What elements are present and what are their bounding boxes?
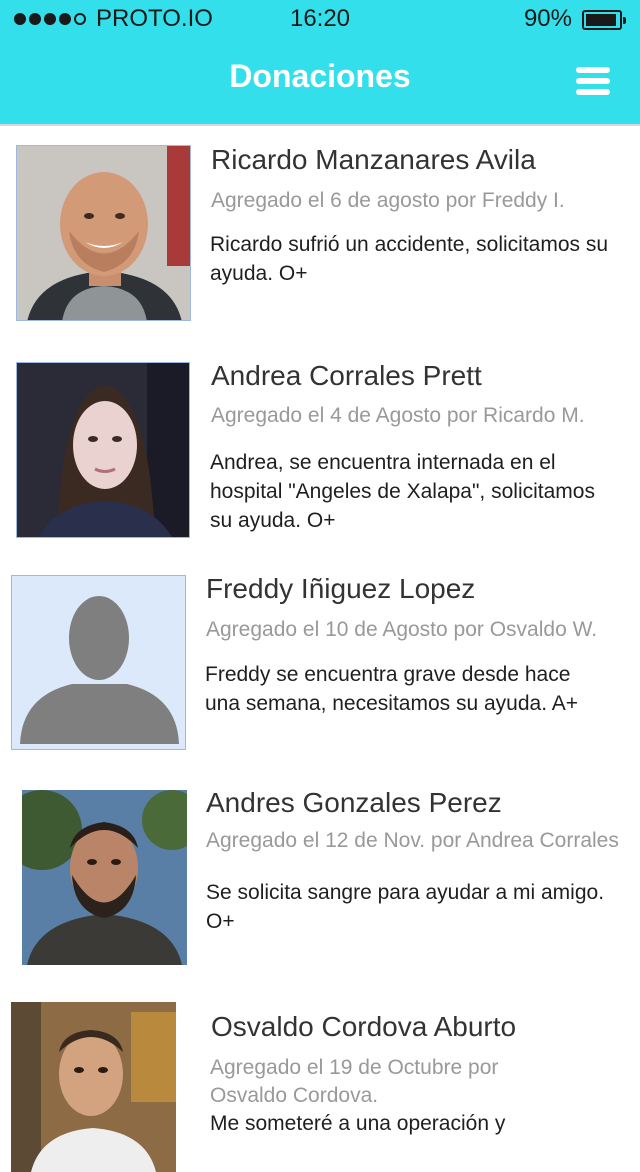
donor-name: Andrea Corrales Prett bbox=[211, 360, 482, 391]
donation-card[interactable]: Ricardo Manzanares Avila Agregado el 6 d… bbox=[0, 128, 640, 342]
donation-description: Me someteré a una operación y bbox=[210, 1112, 506, 1135]
status-bar: PROTO.IO 16:20 90% bbox=[0, 0, 640, 40]
default-avatar-icon bbox=[11, 575, 186, 750]
donor-name: Osvaldo Cordova Aburto bbox=[211, 1011, 517, 1042]
donation-description: Andrea, se encuentra internada en el hos… bbox=[210, 451, 595, 532]
battery-percentage: 90% bbox=[523, 5, 572, 32]
hamburger-menu-icon[interactable] bbox=[572, 64, 614, 98]
donor-name: Freddy Iñiguez Lopez bbox=[206, 573, 476, 604]
donation-meta: Agregado el 12 de Nov. por Andrea Corral… bbox=[206, 829, 619, 852]
donation-card[interactable]: Andres Gonzales Perez Agregado el 12 de … bbox=[0, 772, 640, 984]
donation-description: Se solicita sangre para ayudar a mi amig… bbox=[206, 881, 605, 933]
donation-card[interactable]: Andrea Corrales Prett Agregado el 4 de A… bbox=[0, 342, 640, 556]
page-title: Donaciones bbox=[229, 58, 411, 94]
battery-icon bbox=[582, 10, 626, 30]
avatar bbox=[16, 362, 190, 538]
donation-meta: Agregado el 10 de Agosto por Osvaldo W. bbox=[206, 618, 598, 641]
avatar bbox=[16, 145, 191, 321]
donor-name: Ricardo Manzanares Avila bbox=[211, 144, 536, 175]
avatar bbox=[22, 790, 187, 965]
donation-description: Ricardo sufrió un accidente, solicitamos… bbox=[210, 233, 609, 285]
avatar bbox=[11, 1002, 176, 1172]
donation-meta: Agregado el 19 de Octubre por Osvaldo Co… bbox=[210, 1056, 499, 1107]
donor-name: Andres Gonzales Perez bbox=[206, 787, 502, 818]
donation-card[interactable]: Freddy Iñiguez Lopez Agregado el 10 de A… bbox=[0, 556, 640, 772]
donation-meta: Agregado el 6 de agosto por Freddy I. bbox=[211, 189, 565, 212]
donation-description: Freddy se encuentra grave desde hace una… bbox=[205, 663, 578, 715]
donation-meta: Agregado el 4 de Agosto por Ricardo M. bbox=[211, 404, 585, 427]
app-header: PROTO.IO 16:20 90% Donaciones bbox=[0, 0, 640, 126]
donation-card[interactable]: Osvaldo Cordova Aburto Agregado el 19 de… bbox=[0, 984, 640, 1172]
